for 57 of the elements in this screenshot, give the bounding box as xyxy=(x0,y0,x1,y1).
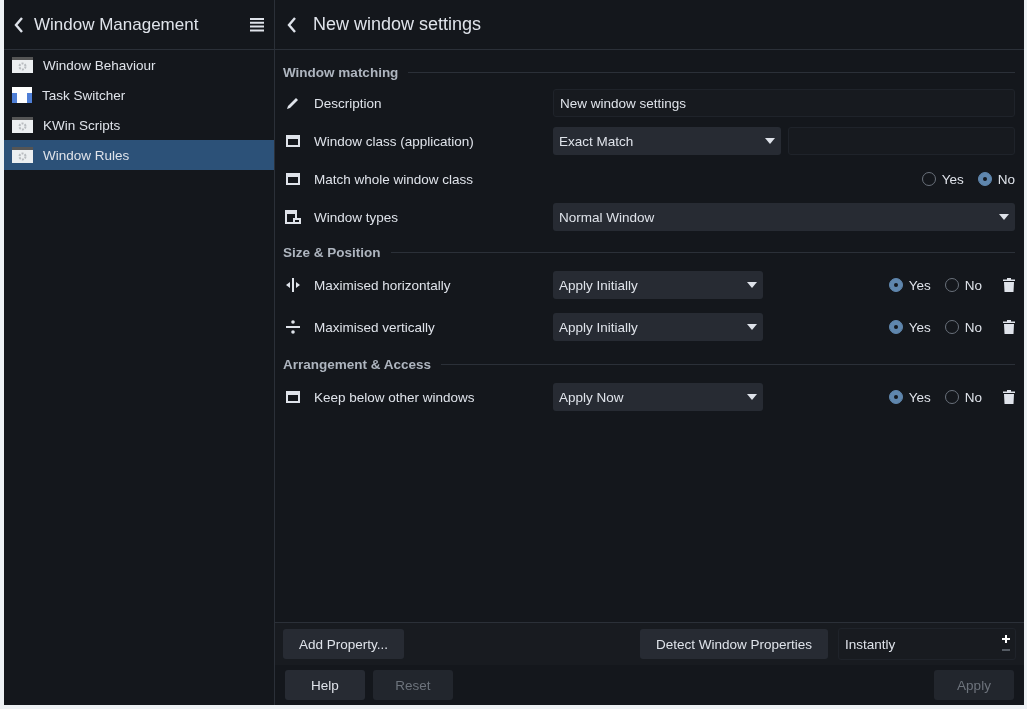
section-heading: Window matching xyxy=(283,64,399,80)
settings-window-icon xyxy=(12,117,33,133)
property-label: Keep below other windows xyxy=(314,389,475,405)
property-label: Match whole window class xyxy=(314,171,474,187)
settings-window-icon xyxy=(12,57,33,73)
radio-button[interactable]: No xyxy=(944,319,982,335)
detect-button[interactable]: Detect Window Properties xyxy=(639,629,828,659)
window-icon xyxy=(285,133,301,149)
divide-icon xyxy=(285,319,301,335)
dialog-button[interactable]: Help xyxy=(285,670,365,700)
sidebar-title: Window Management xyxy=(34,14,200,35)
back-icon[interactable] xyxy=(14,16,24,33)
dropdown-arrow-icon xyxy=(999,214,1009,220)
description-field[interactable]: New window settings xyxy=(553,89,1015,117)
plus-minus-icon[interactable] xyxy=(1001,634,1011,654)
property-label: Description xyxy=(314,95,382,111)
property-label: Window class (application) xyxy=(314,133,474,149)
sidebar-item[interactable]: Task Switcher xyxy=(4,80,274,110)
trash-icon[interactable] xyxy=(1003,320,1015,334)
menu-icon[interactable] xyxy=(250,17,264,32)
sidebar-item[interactable]: Window Rules xyxy=(4,140,274,170)
dropdown[interactable]: Apply Now xyxy=(553,383,763,411)
dropdown-arrow-icon xyxy=(747,282,757,288)
dropdown-arrow-icon xyxy=(747,324,757,330)
section-heading: Arrangement & Access xyxy=(283,356,432,372)
property-label: Maximised horizontally xyxy=(314,277,451,293)
page-title: New window settings xyxy=(313,14,482,35)
pencil-icon xyxy=(285,95,301,111)
add-property-button[interactable]: Add Property... xyxy=(283,629,405,659)
trash-icon[interactable] xyxy=(1003,278,1015,292)
back-icon[interactable] xyxy=(287,16,297,33)
section-heading: Size & Position xyxy=(283,244,381,260)
settings-window-icon xyxy=(12,147,33,163)
dropdown-arrow-icon xyxy=(765,138,775,144)
trash-icon[interactable] xyxy=(1003,390,1015,404)
dropdown[interactable]: Apply Initially xyxy=(553,271,763,299)
windows-icon xyxy=(285,209,301,225)
radio-button[interactable]: No xyxy=(977,171,1015,187)
property-label: Maximised vertically xyxy=(314,319,435,335)
property-label: Window types xyxy=(314,209,399,225)
dropdown-arrow-icon xyxy=(747,394,757,400)
delay-spinbox[interactable]: Instantly xyxy=(838,628,1016,660)
radio-button[interactable]: Yes xyxy=(888,319,931,335)
dropdown[interactable]: Apply Initially xyxy=(553,313,763,341)
task-switcher-icon xyxy=(12,87,32,103)
radio-button[interactable]: No xyxy=(944,389,982,405)
dropdown[interactable]: Exact Match xyxy=(553,127,781,155)
sidebar-item[interactable]: Window Behaviour xyxy=(4,50,274,80)
dropdown[interactable]: Normal Window xyxy=(553,203,1015,231)
window-icon xyxy=(285,389,301,405)
radio-button[interactable]: Yes xyxy=(921,171,964,187)
radio-button[interactable]: No xyxy=(944,277,982,293)
window-icon xyxy=(285,171,301,187)
horizontal-arrows-icon xyxy=(285,277,301,293)
sidebar-item[interactable]: KWin Scripts xyxy=(4,110,274,140)
radio-button[interactable]: Yes xyxy=(888,277,931,293)
radio-button[interactable]: Yes xyxy=(888,389,931,405)
